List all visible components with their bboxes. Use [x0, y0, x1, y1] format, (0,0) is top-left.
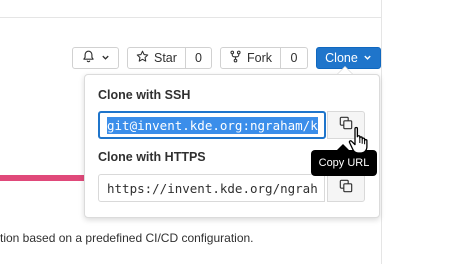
ssh-section-title: Clone with SSH — [98, 88, 191, 102]
ssh-url-text: git@invent.kde.org:ngraham/k — [107, 116, 318, 134]
star-icon — [136, 50, 149, 66]
bell-icon — [82, 50, 95, 66]
fork-count[interactable]: 0 — [280, 48, 307, 68]
fork-icon — [229, 50, 242, 66]
ssh-url-field[interactable]: git@invent.kde.org:ngraham/k — [98, 111, 326, 139]
fork-button[interactable]: Fork 0 — [220, 47, 308, 69]
notification-button[interactable] — [72, 47, 119, 69]
chevron-down-icon — [101, 51, 110, 65]
sidebar-divider — [381, 0, 382, 264]
star-button[interactable]: Star 0 — [127, 47, 212, 69]
top-divider — [0, 17, 382, 18]
dropdown-caret-fill — [338, 67, 352, 74]
https-section-title: Clone with HTTPS — [98, 150, 206, 164]
accent-progress-bar — [0, 175, 86, 181]
copy-icon — [339, 179, 353, 198]
https-url-text: https://invent.kde.org/ngrah — [107, 180, 318, 196]
star-label: Star — [154, 51, 177, 65]
project-description: tion based on a predefined CI/CD configu… — [0, 231, 254, 245]
fork-label: Fork — [247, 51, 272, 65]
https-url-field[interactable]: https://invent.kde.org/ngrah — [98, 174, 325, 202]
star-count[interactable]: 0 — [184, 48, 211, 68]
hand-cursor-icon — [347, 125, 373, 162]
clone-label: Clone — [325, 51, 358, 65]
copy-https-url-button[interactable] — [327, 174, 365, 202]
chevron-down-icon — [363, 51, 372, 65]
